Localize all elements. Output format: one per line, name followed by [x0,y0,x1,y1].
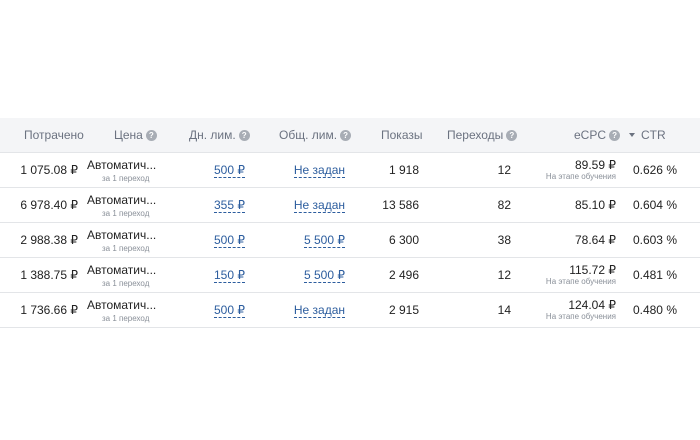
table-body: 1 075.08 ₽ Автоматич... за 1 переход 500 ₽ Н… [0,153,700,328]
strategy-sub: за 1 переход [102,244,150,253]
strategy-name[interactable]: Автоматич... [87,158,156,172]
daily-limit-link[interactable]: 500 ₽ [214,163,245,178]
total-limit-link[interactable]: 5 500 ₽ [304,268,345,283]
ecpc-value: 85.10 ₽ [575,198,616,212]
impressions-value: 2 496 [388,268,419,282]
strategy-name[interactable]: Автоматич... [87,298,156,312]
ctr-value: 0.481 % [632,268,677,282]
clicks-value: 14 [497,303,511,317]
daily-limit-link[interactable]: 500 ₽ [214,233,245,248]
column-header-ctr[interactable]: CTR [629,118,666,152]
strategy-name[interactable]: Автоматич... [87,193,156,207]
ctr-value: 0.603 % [632,233,677,247]
sort-desc-icon [629,133,635,137]
column-header-daily-limit[interactable]: Дн. лим.? [189,118,250,152]
table-row[interactable]: 2 988.38 ₽ Автоматич... за 1 переход 500 ₽ 5… [0,223,700,258]
strategy-name[interactable]: Автоматич... [87,263,156,277]
spent-value: 1 736.66 ₽ [20,303,78,317]
spent-value: 2 988.38 ₽ [20,233,78,247]
total-limit-link[interactable]: 5 500 ₽ [304,233,345,248]
column-header-spent[interactable]: Потрачено [24,118,84,152]
column-header-ecpc-label: eCPC [574,128,607,142]
strategy-sub: за 1 переход [102,279,150,288]
help-icon[interactable]: ? [506,130,518,141]
strategy-sub: за 1 переход [102,314,150,323]
strategy-sub: за 1 переход [102,209,150,218]
ecpc-learning-note: На этапе обучения [545,312,616,321]
spent-value: 1 388.75 ₽ [20,268,78,282]
ecpc-value: 124.04 ₽ [568,298,616,312]
clicks-value: 12 [497,163,511,177]
spent-value: 1 075.08 ₽ [20,163,78,177]
ctr-value: 0.626 % [632,163,677,177]
clicks-value: 12 [497,268,511,282]
table-row[interactable]: 1 075.08 ₽ Автоматич... за 1 переход 500 ₽ Н… [0,153,700,188]
ctr-value: 0.604 % [632,198,677,212]
daily-limit-link[interactable]: 500 ₽ [214,303,245,318]
impressions-value: 13 586 [382,198,419,212]
column-header-clicks-label: Переходы [447,128,504,142]
ecpc-value: 78.64 ₽ [575,233,616,247]
clicks-value: 82 [497,198,511,212]
column-header-price-label: Цена [114,128,143,142]
impressions-value: 2 915 [388,303,419,317]
strategy-name[interactable]: Автоматич... [87,228,156,242]
column-header-daily-limit-label: Дн. лим. [189,128,236,142]
total-limit-link[interactable]: Не задан [293,303,345,318]
column-header-impressions[interactable]: Показы [381,118,422,152]
column-header-ctr-label: CTR [641,128,666,142]
clicks-value: 38 [497,233,511,247]
ecpc-value: 115.72 ₽ [569,263,616,277]
ecpc-learning-note: На этапе обучения [545,277,616,286]
column-header-total-limit[interactable]: Общ. лим.? [279,118,352,152]
help-icon[interactable]: ? [238,130,250,141]
ecpc-learning-note: На этапе обучения [545,172,616,181]
total-limit-link[interactable]: Не задан [293,198,345,213]
campaign-stats-table: Потрачено Цена? Дн. лим.? Общ. лим.? Пок… [0,118,700,328]
help-icon[interactable]: ? [145,130,157,141]
table-row[interactable]: 6 978.40 ₽ Автоматич... за 1 переход 355 ₽ Н… [0,188,700,223]
column-header-price[interactable]: Цена? [114,118,157,152]
column-header-ecpc[interactable]: eCPC? [574,118,621,152]
help-icon[interactable]: ? [609,130,621,141]
table-row[interactable]: 1 736.66 ₽ Автоматич... за 1 переход 500 ₽ Н… [0,293,700,328]
column-header-total-limit-label: Общ. лим. [279,128,338,142]
spent-value: 6 978.40 ₽ [20,198,78,212]
ecpc-value: 89.59 ₽ [575,158,616,172]
impressions-value: 6 300 [388,233,419,247]
column-header-clicks[interactable]: Переходы? [447,118,518,152]
daily-limit-link[interactable]: 355 ₽ [214,198,245,213]
table-header: Потрачено Цена? Дн. лим.? Общ. лим.? Пок… [0,118,700,153]
ctr-value: 0.480 % [632,303,677,317]
strategy-sub: за 1 переход [102,174,150,183]
daily-limit-link[interactable]: 150 ₽ [214,268,245,283]
impressions-value: 1 918 [388,163,419,177]
help-icon[interactable]: ? [340,130,352,141]
total-limit-link[interactable]: Не задан [293,163,345,178]
table-row[interactable]: 1 388.75 ₽ Автоматич... за 1 переход 150 ₽ 5… [0,258,700,293]
